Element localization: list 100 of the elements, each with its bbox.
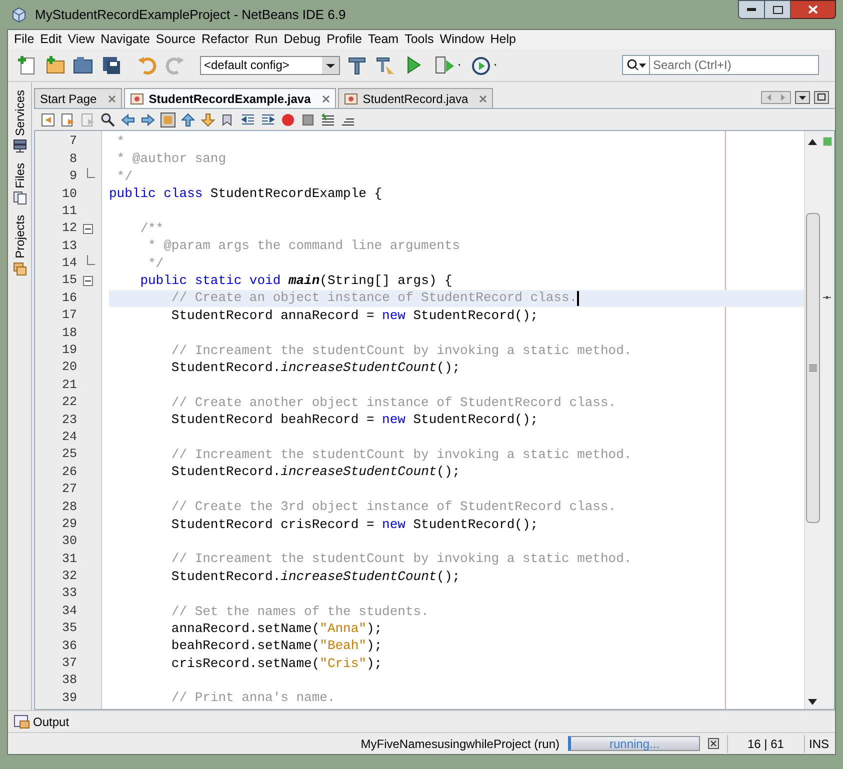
down-arrow-icon[interactable] — [200, 112, 216, 128]
line-number: 16 — [62, 290, 77, 307]
left-arrow-icon[interactable] — [120, 112, 136, 128]
scroll-bar[interactable] — [804, 131, 820, 709]
editor-tab[interactable]: StudentRecord.java — [338, 88, 494, 108]
scroll-thumb[interactable] — [806, 213, 820, 523]
line-number: 12 — [62, 220, 77, 238]
code-line: // Set the names of the students. — [170, 602, 430, 620]
java-file-icon — [130, 92, 144, 106]
line-number: 35 — [62, 620, 77, 638]
right-arrow-icon[interactable] — [140, 112, 156, 128]
page-arrow-icon[interactable] — [60, 112, 76, 128]
shift-right-icon[interactable] — [260, 112, 276, 128]
close-icon — [808, 5, 818, 14]
output-tab[interactable]: Output — [33, 712, 70, 730]
cancel-icon[interactable] — [708, 738, 718, 749]
line-number: 27 — [62, 481, 77, 498]
line-number: 17 — [62, 307, 77, 324]
dropdown-icon[interactable] — [795, 91, 810, 104]
new-folder-icon[interactable] — [44, 54, 66, 76]
scroll-down-icon[interactable] — [808, 699, 817, 705]
menu-item[interactable]: Navigate — [98, 30, 153, 49]
restore-icon[interactable] — [814, 91, 829, 104]
menu-item[interactable]: Edit — [37, 30, 65, 49]
menu-item[interactable]: Team — [365, 30, 402, 49]
fold-end-icon — [87, 168, 95, 178]
folder-icon[interactable] — [72, 54, 94, 76]
code-line: */ — [147, 254, 165, 272]
line-number: 26 — [62, 464, 77, 481]
close-icon[interactable] — [108, 94, 116, 102]
menu-item[interactable]: Profile — [324, 30, 365, 49]
side-tab[interactable]: Files — [10, 163, 28, 206]
code-line: annaRecord.setName("Anna"); — [170, 620, 384, 638]
close-button[interactable] — [791, 0, 836, 19]
code-line: // Print anna's name. — [170, 690, 336, 707]
toggle-highlight-icon[interactable] — [160, 112, 176, 128]
editor-tab[interactable]: StudentRecordExample.java — [124, 88, 336, 108]
line-number: 38 — [62, 672, 77, 690]
line-number: 23 — [62, 412, 77, 429]
comment-lines-icon[interactable] — [320, 112, 336, 128]
close-icon[interactable] — [479, 94, 488, 102]
up-arrow-icon[interactable] — [180, 112, 196, 128]
magnifier-icon[interactable] — [100, 112, 116, 128]
code-line: */ — [116, 168, 134, 186]
stop-icon[interactable] — [300, 112, 316, 128]
line-number: 18 — [62, 324, 77, 342]
line-number: 37 — [62, 655, 77, 672]
side-tab[interactable]: Services — [10, 90, 28, 154]
menu-item[interactable]: Help — [487, 30, 519, 49]
menu-item[interactable]: View — [64, 30, 98, 49]
menu-item[interactable]: Refactor — [198, 30, 252, 49]
grip-icon — [808, 364, 816, 372]
collapse-icon[interactable] — [83, 276, 93, 286]
line-number: 24 — [62, 428, 77, 446]
code-line: crisRecord.setName("Cris"); — [170, 654, 384, 672]
line-number: 31 — [62, 550, 77, 568]
search-field[interactable]: Search (Ctrl+I) — [622, 55, 819, 75]
menu-item[interactable]: Debug — [280, 30, 324, 49]
line-number: 21 — [62, 376, 77, 394]
side-tab[interactable]: Projects — [10, 215, 28, 276]
code-line: public static void main(String[] args) { — [139, 272, 454, 290]
documents-icon — [12, 191, 26, 206]
maximize-button[interactable] — [765, 0, 791, 19]
code-line: // Create the 3rd object instance of StudentRecord class. — [170, 498, 618, 516]
record-icon[interactable] — [280, 112, 296, 128]
server-icon — [12, 139, 26, 154]
scroll-up-icon[interactable] — [808, 139, 817, 145]
config-dropdown[interactable]: <default config> — [200, 56, 340, 74]
line-number: 9 — [69, 168, 77, 186]
code-line: StudentRecord beahRecord = new StudentRecord(); — [170, 411, 540, 429]
line-number: 28 — [62, 498, 77, 516]
line-number: 34 — [62, 602, 77, 620]
code-line: * — [116, 133, 126, 150]
menu-item[interactable]: Window — [436, 30, 488, 49]
line-number: 20 — [62, 359, 77, 376]
close-icon[interactable] — [322, 94, 330, 102]
menu-item[interactable]: File — [11, 30, 38, 49]
line-number: 14 — [62, 255, 77, 272]
line-number: 8 — [69, 150, 77, 168]
shift-left-icon[interactable] — [240, 112, 256, 128]
menu-item[interactable]: Tools — [402, 30, 437, 49]
progress-bar: running... — [568, 736, 700, 751]
minimize-button[interactable] — [738, 0, 765, 19]
line-number: 36 — [62, 638, 77, 655]
line-number: 32 — [62, 568, 77, 586]
menu-item[interactable]: Source — [152, 30, 199, 49]
line-number: 30 — [62, 533, 77, 550]
save-icon[interactable] — [100, 54, 122, 76]
code-line: /** — [139, 220, 165, 238]
code-line: * @author sang — [116, 150, 228, 168]
menu-item[interactable]: Run — [252, 30, 281, 49]
task-name: MyFiveNamesusingwhileProject (run) — [360, 736, 560, 752]
line-number: 7 — [69, 133, 77, 150]
line-number: 15 — [62, 272, 77, 290]
line-number: 33 — [62, 585, 77, 602]
collapse-icon[interactable] — [83, 224, 93, 234]
code-line: StudentRecord.increaseStudentCount(); — [170, 463, 462, 481]
back-icon[interactable] — [40, 112, 56, 128]
editor-tab[interactable]: Start Page — [34, 88, 122, 108]
java-file-icon — [344, 92, 358, 106]
